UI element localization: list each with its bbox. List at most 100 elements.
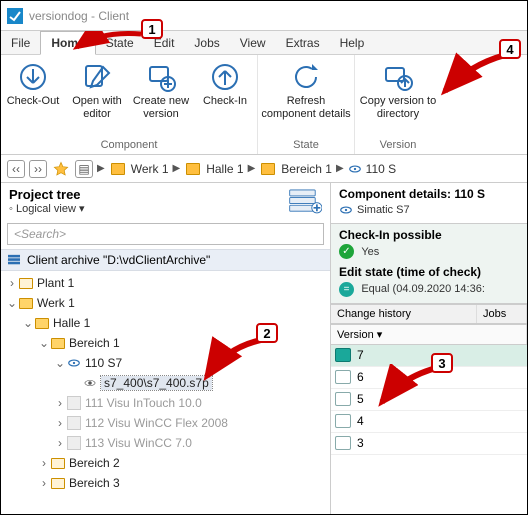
- component-icon: [67, 356, 81, 370]
- chevron-icon: ▶: [97, 163, 105, 174]
- search-input[interactable]: <Search>: [7, 223, 324, 245]
- callout-1: 1: [141, 19, 163, 39]
- tab-change-history[interactable]: Change history: [331, 305, 477, 323]
- tree-label: 112 Visu WinCC Flex 2008: [85, 416, 228, 430]
- new-version-icon: [145, 61, 177, 93]
- menu-jobs[interactable]: Jobs: [184, 31, 229, 54]
- check-in-label: Check-In: [203, 95, 247, 108]
- expand-icon[interactable]: ›: [5, 276, 19, 290]
- check-in-icon: [209, 61, 241, 93]
- version-row-7[interactable]: 7: [331, 345, 527, 367]
- version-number: 5: [357, 392, 364, 406]
- version-number: 4: [357, 414, 364, 428]
- version-icon: [335, 392, 351, 406]
- create-new-version-button[interactable]: Create new version: [129, 55, 193, 137]
- client-archive-row[interactable]: Client archive "D:\vdClientArchive": [1, 249, 330, 271]
- collapse-icon[interactable]: ⌄: [5, 296, 19, 310]
- open-with-editor-label: Open with editor: [67, 95, 127, 120]
- version-list: 7 6 5 4 3: [331, 345, 527, 455]
- menu-bar: File Home State Edit Jobs View Extras He…: [1, 31, 527, 55]
- tree-label: 111 Visu InTouch 10.0: [85, 396, 202, 410]
- version-row-4[interactable]: 4: [331, 411, 527, 433]
- component-icon: [348, 162, 362, 176]
- expand-icon[interactable]: ›: [37, 476, 51, 490]
- expand-icon[interactable]: ›: [53, 436, 67, 450]
- archive-icon: [7, 254, 21, 266]
- nav-forward-button[interactable]: ››: [29, 160, 47, 178]
- folder-icon: [261, 163, 275, 175]
- tree-node-110s7[interactable]: ⌄ 110 S7: [5, 353, 326, 373]
- menu-file[interactable]: File: [1, 31, 40, 54]
- callout-3: 3: [431, 353, 453, 373]
- tree-label: 113 Visu WinCC 7.0: [85, 436, 192, 450]
- column-version[interactable]: Version ▾: [331, 325, 527, 344]
- menu-extras[interactable]: Extras: [276, 31, 330, 54]
- tree-node-s7-file[interactable]: s7_400\s7_400.s7p: [5, 373, 326, 393]
- edit-state-value: Equal (04.09.2020 14:36:: [361, 283, 485, 295]
- crumb-bereich1[interactable]: Bereich 1: [281, 162, 332, 176]
- tree: › Plant 1 ⌄ Werk 1 ⌄ Halle 1 ⌄ Bereich 1…: [1, 271, 330, 495]
- chevron-icon: ▶: [336, 163, 344, 174]
- crumb-halle1[interactable]: Halle 1: [206, 162, 243, 176]
- tree-node-plant1[interactable]: › Plant 1: [5, 273, 326, 293]
- collapse-icon[interactable]: ⌄: [53, 356, 67, 370]
- chevron-icon: ▶: [248, 163, 256, 174]
- version-icon: [335, 436, 351, 450]
- folder-icon: [19, 278, 33, 289]
- folder-icon: [51, 458, 65, 469]
- tree-label: Bereich 2: [69, 456, 120, 470]
- tree-label: Bereich 1: [69, 336, 120, 350]
- tree-node-bereich2[interactable]: › Bereich 2: [5, 453, 326, 473]
- version-number: 7: [357, 348, 364, 362]
- refresh-button[interactable]: Refresh component details: [258, 55, 354, 137]
- tree-label: Werk 1: [37, 296, 75, 310]
- crumb-werk1[interactable]: Werk 1: [131, 162, 169, 176]
- version-icon: [335, 348, 351, 362]
- tab-jobs[interactable]: Jobs: [477, 305, 527, 323]
- refresh-icon: [290, 61, 322, 93]
- tree-node-werk1[interactable]: ⌄ Werk 1: [5, 293, 326, 313]
- copy-version-to-directory-label: Copy version to directory: [357, 95, 439, 120]
- ribbon: Check-Out Open with editor Create new ve…: [1, 55, 527, 155]
- main-area: Project tree ◦ Logical view ▾ <Search> C…: [1, 183, 527, 514]
- collapse-icon[interactable]: ⌄: [37, 336, 51, 350]
- menu-state[interactable]: State: [96, 31, 144, 54]
- tree-node-112[interactable]: › 112 Visu WinCC Flex 2008: [5, 413, 326, 433]
- ribbon-group-version: Copy version to directory Version: [355, 55, 441, 154]
- component-details-title: Component details: 110 S: [339, 187, 519, 201]
- nav-back-button[interactable]: ‹‹: [7, 160, 25, 178]
- collapse-icon[interactable]: ⌄: [21, 316, 35, 330]
- expand-icon[interactable]: ›: [53, 396, 67, 410]
- equal-icon: =: [339, 282, 354, 297]
- menu-view[interactable]: View: [230, 31, 276, 54]
- version-row-6[interactable]: 6: [331, 367, 527, 389]
- file-icon: [83, 376, 97, 390]
- version-row-5[interactable]: 5: [331, 389, 527, 411]
- checkin-possible-value: Yes: [361, 246, 379, 258]
- menu-home[interactable]: Home: [40, 31, 95, 55]
- crumb-110s[interactable]: 110 S: [366, 162, 396, 176]
- history-tabs: Change history Jobs: [331, 304, 527, 324]
- ribbon-group-label-state: State: [293, 137, 319, 154]
- check-in-button[interactable]: Check-In: [193, 55, 257, 137]
- copy-version-to-directory-button[interactable]: Copy version to directory: [355, 55, 441, 137]
- menu-help[interactable]: Help: [330, 31, 375, 54]
- logical-view-toggle[interactable]: ◦ Logical view ▾: [9, 202, 280, 215]
- expand-icon[interactable]: ›: [37, 456, 51, 470]
- tree-node-bereich3[interactable]: › Bereich 3: [5, 473, 326, 493]
- ribbon-group-component: Check-Out Open with editor Create new ve…: [1, 55, 258, 154]
- component-icon: [67, 436, 81, 450]
- star-icon[interactable]: [53, 161, 69, 177]
- path-root-button[interactable]: ▤: [75, 160, 93, 178]
- expand-icon[interactable]: ›: [53, 416, 67, 430]
- check-out-button[interactable]: Check-Out: [1, 55, 65, 137]
- title-bar: versiondog - Client: [1, 1, 527, 31]
- checkin-possible-title: Check-In possible: [339, 228, 519, 242]
- server-icon[interactable]: [288, 187, 322, 215]
- tree-node-113[interactable]: › 113 Visu WinCC 7.0: [5, 433, 326, 453]
- ribbon-group-label-component: Component: [101, 137, 158, 154]
- ribbon-group-state: Refresh component details State: [258, 55, 355, 154]
- tree-node-111[interactable]: › 111 Visu InTouch 10.0: [5, 393, 326, 413]
- version-row-3[interactable]: 3: [331, 433, 527, 455]
- open-with-editor-button[interactable]: Open with editor: [65, 55, 129, 137]
